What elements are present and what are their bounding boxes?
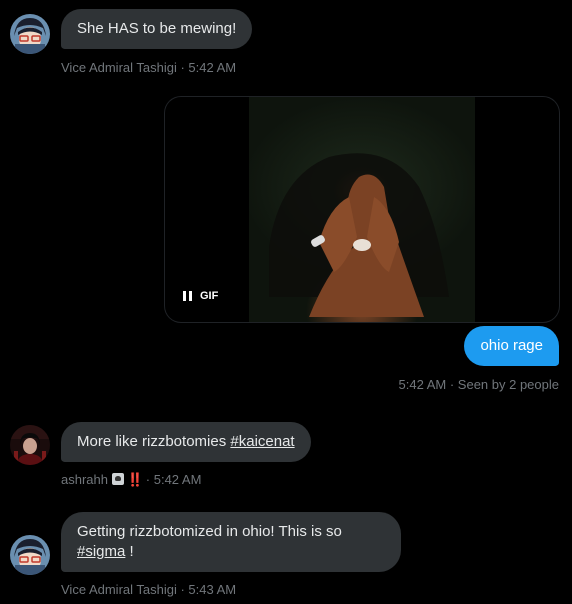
timestamp: 5:42 AM bbox=[188, 60, 237, 75]
separator: · bbox=[176, 582, 189, 597]
message-meta-3: ashrahh ‼️ · 5:42 AM bbox=[61, 472, 201, 488]
sent-message-meta: 5:42 AM · Seen by 2 people bbox=[399, 377, 559, 393]
sender-name[interactable]: Vice Admiral Tashigi bbox=[61, 60, 177, 75]
gif-badge: GIF bbox=[200, 290, 219, 302]
double-exclamation-icon: ‼️ bbox=[126, 472, 143, 487]
timestamp: 5:42 AM bbox=[398, 377, 447, 392]
sent-message-bubble[interactable]: ohio rage bbox=[464, 326, 559, 366]
separator: · bbox=[176, 60, 189, 75]
seen-status[interactable]: Seen by 2 people bbox=[458, 377, 559, 392]
separator: · bbox=[142, 472, 154, 487]
pause-icon[interactable] bbox=[183, 291, 192, 301]
message-text-1: She HAS to be mewing! bbox=[77, 20, 237, 37]
separator: · bbox=[446, 377, 458, 392]
avatar-tashigi-image bbox=[10, 14, 50, 54]
message-bubble-1[interactable]: She HAS to be mewing! bbox=[61, 9, 253, 49]
timestamp: 5:43 AM bbox=[188, 582, 237, 597]
timestamp: 5:42 AM bbox=[153, 472, 202, 487]
message-bubble-4[interactable]: Getting rizzbotomized in ohio! This is s… bbox=[61, 512, 401, 572]
avatar-ashrahh-image bbox=[10, 425, 50, 465]
sender-name[interactable]: ashrahh bbox=[61, 472, 108, 487]
gif-controls: GIF bbox=[183, 290, 218, 302]
message-meta-4: Vice Admiral Tashigi · 5:43 AM bbox=[61, 582, 236, 598]
skull-flag-icon bbox=[111, 473, 124, 485]
avatar-tashigi-image bbox=[10, 535, 50, 575]
message-bubble-3[interactable]: More like rizzbotomies #kaicenat bbox=[61, 422, 311, 462]
avatar-tashigi[interactable] bbox=[10, 535, 50, 575]
message-text-4: Getting rizzbotomized in ohio! This is s… bbox=[77, 523, 342, 540]
message-meta-1: Vice Admiral Tashigi · 5:42 AM bbox=[61, 60, 236, 76]
message-text-3: More like rizzbotomies bbox=[77, 433, 231, 450]
hashtag-link[interactable]: #sigma bbox=[77, 543, 125, 560]
gif-frame[interactable] bbox=[249, 97, 475, 322]
sent-message-text: ohio rage bbox=[480, 337, 543, 354]
sender-name[interactable]: Vice Admiral Tashigi bbox=[61, 582, 177, 597]
gif-image bbox=[269, 153, 449, 317]
message-suffix: ! bbox=[125, 543, 134, 560]
avatar-tashigi[interactable] bbox=[10, 14, 50, 54]
gif-media[interactable]: GIF bbox=[165, 97, 559, 322]
avatar-ashrahh[interactable] bbox=[10, 425, 50, 465]
hashtag-link[interactable]: #kaicenat bbox=[230, 433, 294, 450]
